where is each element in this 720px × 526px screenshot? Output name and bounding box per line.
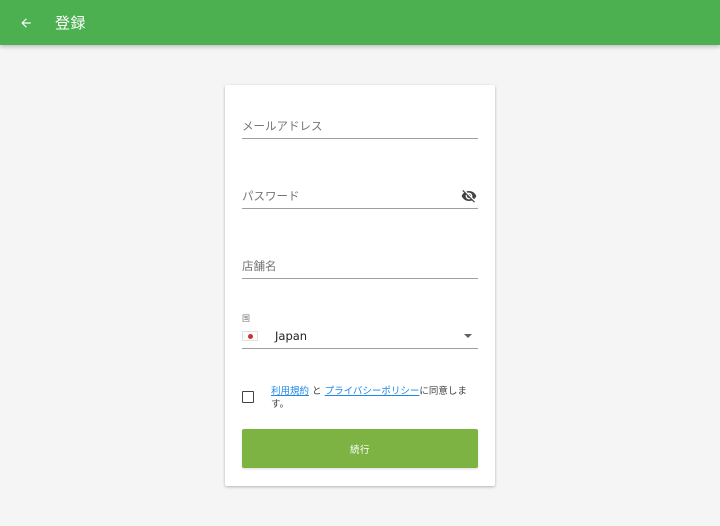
continue-button[interactable]: 続行 [242,429,478,468]
shop-name-field-container [242,254,478,279]
registration-card: 国 Japan 利用規約 と プライバシーポリシーに同意します。 続行 [225,85,495,486]
email-input[interactable] [242,114,478,138]
terms-of-service-link[interactable]: 利用規約 [271,386,309,397]
toggle-password-visibility-button[interactable] [460,187,478,205]
country-select[interactable]: Japan [242,325,478,349]
page-title: 登録 [55,14,87,32]
app-bar: 登録 [0,0,720,45]
terms-text: 利用規約 と プライバシーポリシーに同意します。 [271,385,471,411]
arrow-left-icon [21,17,31,28]
chevron-down-icon [464,334,472,338]
eye-off-icon [461,190,477,203]
shop-name-input[interactable] [242,254,478,278]
back-button[interactable] [15,12,37,34]
country-label: 国 [242,314,250,323]
email-field-container [242,114,478,139]
password-input[interactable] [242,184,452,208]
japan-flag-icon [242,331,258,341]
terms-connector: と [309,386,325,397]
terms-checkbox[interactable] [242,391,254,403]
privacy-policy-link[interactable]: プライバシーポリシー [325,386,420,397]
password-field-container [242,184,478,209]
country-value: Japan [275,329,308,343]
